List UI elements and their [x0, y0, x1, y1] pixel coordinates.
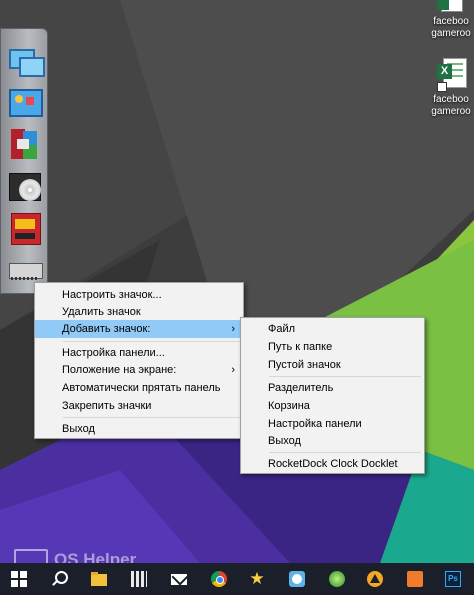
submenu-item-label: Пустой значок	[268, 359, 341, 371]
search-button[interactable]	[40, 563, 78, 595]
green-app-icon	[329, 571, 345, 587]
orange-app-icon	[407, 571, 423, 587]
rocketdock-panel[interactable]	[0, 28, 48, 294]
archive-box-icon[interactable]	[7, 211, 43, 247]
aimp-icon	[367, 571, 383, 587]
desktop-icon-excel-2[interactable]: X faceboo gameroo	[420, 58, 474, 118]
desktop-icon-label: faceboo	[433, 94, 469, 105]
desktop-icon-excel-1[interactable]: faceboo gameroo	[420, 0, 474, 40]
submenu-item-label: Файл	[268, 323, 296, 335]
submenu-item-empty-icon[interactable]: Пустой значок	[241, 356, 424, 374]
network-computers-icon[interactable]	[7, 43, 45, 79]
control-panel-icon[interactable]	[7, 85, 43, 121]
taskbar-orange-app[interactable]	[396, 563, 434, 595]
menu-item-add-icon[interactable]: Добавить значок: ›	[35, 320, 243, 338]
submenu-item-file[interactable]: Файл	[241, 320, 424, 338]
submenu-item-exit[interactable]: Выход	[241, 432, 424, 450]
start-button[interactable]	[0, 563, 38, 595]
menu-item-screen-position[interactable]: Положение на экране: ›	[35, 361, 243, 379]
desktop-icon-label-2: gameroo	[431, 28, 471, 39]
taskbar-chrome[interactable]	[200, 563, 238, 595]
taskbar-green-app[interactable]	[318, 563, 356, 595]
submenu-item-label: Настройка панели	[268, 418, 362, 430]
add-icon-submenu: Файл Путь к папке Пустой значок Разделит…	[240, 317, 425, 474]
desktop-icon-label-2: gameroo	[431, 106, 471, 117]
menu-separator	[63, 341, 240, 342]
chrome-icon	[211, 571, 227, 587]
menu-item-label: Удалить значок	[62, 306, 141, 318]
menu-item-exit[interactable]: Выход	[35, 420, 243, 438]
excel-file-icon: X	[437, 58, 467, 92]
taskbar-image-viewer[interactable]	[278, 563, 316, 595]
dock-context-menu: Настроить значок... Удалить значок Добав…	[34, 282, 244, 439]
submenu-arrow-icon: ›	[231, 323, 235, 335]
menu-item-label: Закрепить значки	[62, 400, 152, 412]
taskbar-file-explorer[interactable]	[80, 563, 118, 595]
excel-file-icon	[437, 0, 465, 14]
submenu-item-clock-docklet[interactable]: RocketDock Clock Docklet	[241, 455, 424, 473]
star-app-icon: ★	[249, 569, 265, 588]
submenu-item-label: Корзина	[268, 400, 310, 412]
submenu-item-folder-path[interactable]: Путь к папке	[241, 338, 424, 356]
calculator-icon	[131, 571, 147, 587]
taskbar-calculator[interactable]	[120, 563, 158, 595]
menu-item-label: Выход	[62, 423, 95, 435]
menu-item-configure-icon[interactable]: Настроить значок...	[35, 286, 243, 304]
search-icon	[51, 571, 68, 587]
submenu-item-label: Разделитель	[268, 382, 334, 394]
submenu-item-separator[interactable]: Разделитель	[241, 379, 424, 397]
taskbar-star-app[interactable]: ★	[238, 563, 276, 595]
taskbar: ★ Ps	[0, 563, 474, 595]
menu-item-label: Положение на экране:	[62, 364, 177, 376]
menu-item-label: Добавить значок:	[62, 323, 151, 335]
submenu-item-panel-settings[interactable]: Настройка панели	[241, 415, 424, 433]
menu-item-label: Настроить значок...	[62, 289, 162, 301]
photoshop-icon: Ps	[445, 571, 461, 587]
menu-item-panel-settings[interactable]: Настройка панели...	[35, 344, 243, 362]
submenu-item-label: Выход	[268, 435, 301, 447]
submenu-item-label: RocketDock Clock Docklet	[268, 458, 398, 470]
taskbar-photoshop[interactable]: Ps	[434, 563, 472, 595]
taskbar-aimp[interactable]	[356, 563, 394, 595]
mail-icon	[171, 568, 189, 587]
file-explorer-icon	[91, 571, 107, 587]
menu-separator	[269, 376, 421, 377]
start-windows-icon	[11, 571, 27, 587]
desktop-icon-label: faceboo	[433, 16, 469, 27]
submenu-item-recycle-bin[interactable]: Корзина	[241, 397, 424, 415]
menu-item-lock-icons[interactable]: Закрепить значки	[35, 397, 243, 415]
taskbar-mail[interactable]	[160, 563, 198, 595]
menu-item-autohide[interactable]: Автоматически прятать панель	[35, 379, 243, 397]
menu-item-label: Настройка панели...	[62, 347, 165, 359]
cd-drive-icon[interactable]	[7, 169, 43, 205]
menu-item-delete-icon[interactable]: Удалить значок	[35, 303, 243, 321]
menu-separator	[63, 417, 240, 418]
submenu-arrow-icon: ›	[231, 364, 235, 376]
image-viewer-icon	[289, 571, 305, 587]
winrar-icon[interactable]	[7, 127, 43, 163]
menu-separator	[269, 452, 421, 453]
submenu-item-label: Путь к папке	[268, 341, 333, 353]
menu-item-label: Автоматически прятать панель	[62, 382, 221, 394]
